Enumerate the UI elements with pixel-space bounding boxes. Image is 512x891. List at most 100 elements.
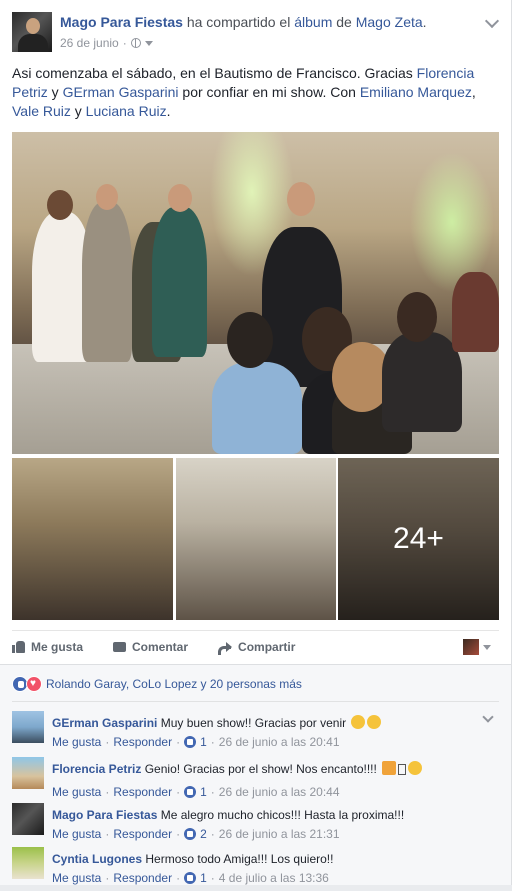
- selector-caret-icon: [483, 644, 491, 650]
- person-shape: [152, 207, 207, 357]
- comment-like-count[interactable]: 1: [200, 735, 207, 749]
- main-photo[interactable]: [12, 132, 499, 454]
- post-card: Mago Para Fiestas ha compartido el álbum…: [0, 0, 512, 885]
- share-button[interactable]: Compartir: [218, 640, 295, 655]
- tag-emiliano[interactable]: Emiliano Marquez: [360, 84, 472, 100]
- comment-like-link[interactable]: Me gusta: [52, 871, 101, 885]
- missing-glyph-icon: [398, 764, 407, 775]
- comment-like-count[interactable]: 2: [200, 827, 207, 841]
- smiling-face-emoji-icon: [408, 761, 423, 775]
- album-link[interactable]: álbum: [294, 14, 332, 30]
- post-header: Mago Para Fiestas ha compartido el álbum…: [12, 12, 500, 54]
- comments-divider: [12, 701, 499, 702]
- comment-like-link[interactable]: Me gusta: [52, 785, 101, 799]
- of-text: de: [336, 14, 352, 30]
- commenter-avatar[interactable]: [12, 757, 44, 789]
- comment-body: Mago Para Fiestas Me alegro mucho chicos…: [52, 807, 404, 823]
- reactions-summary-text[interactable]: Rolando Garay, CoLo Lopez y 20 personas …: [46, 677, 302, 691]
- comment-button[interactable]: Comentar: [113, 640, 188, 654]
- thumbnail-photo-1[interactable]: [12, 458, 173, 620]
- comment-body: Florencia Petriz Genio! Gracias por el s…: [52, 761, 423, 777]
- comment-body: Cyntia Lugones Hermoso todo Amiga!!! Los…: [52, 851, 333, 867]
- clapping-hands-emoji-icon: [367, 715, 382, 729]
- comment-text: Genio! Gracias por el show! Nos encanto!…: [144, 762, 377, 776]
- comment-time[interactable]: 26 de junio a las 21:31: [219, 827, 340, 841]
- profile-mini-avatar: [463, 639, 479, 655]
- commenter-avatar[interactable]: [12, 711, 44, 743]
- comment-reply-link[interactable]: Responder: [113, 785, 172, 799]
- person-shape: [452, 272, 499, 352]
- person-shape: [382, 332, 462, 432]
- avatar-face: [26, 18, 40, 34]
- more-photos-overlay[interactable]: 24+: [338, 458, 499, 620]
- comment-text: Hermoso todo Amiga!!! Los quiero!!: [145, 852, 334, 866]
- reactions-summary[interactable]: Rolando Garay, CoLo Lopez y 20 personas …: [12, 676, 302, 692]
- person-head: [287, 182, 315, 216]
- comment-options-chevron-icon[interactable]: [482, 711, 494, 723]
- comment-reply-link[interactable]: Responder: [113, 871, 172, 885]
- party-popper-emoji-icon: [382, 761, 397, 775]
- person-head: [397, 292, 437, 342]
- commenter-avatar[interactable]: [12, 847, 44, 879]
- comment-item: Mago Para Fiestas Me alegro mucho chicos…: [12, 803, 500, 847]
- like-button[interactable]: Me gusta: [12, 640, 83, 654]
- actions-divider: [12, 630, 499, 631]
- like-count-icon: [184, 736, 197, 748]
- audience-caret-icon[interactable]: [144, 40, 153, 46]
- comment-time[interactable]: 4 de julio a las 13:36: [219, 871, 329, 885]
- comment-author[interactable]: Florencia Petriz: [52, 762, 141, 776]
- tag-german[interactable]: GErman Gasparini: [63, 84, 179, 100]
- post-date-link[interactable]: 26 de junio: [60, 36, 119, 50]
- person-shape: [212, 362, 302, 454]
- comment-meta: Me gusta · Responder · 1 · 4 de julio a …: [52, 871, 329, 885]
- love-reaction-icon: [26, 676, 42, 692]
- post-title-line: Mago Para Fiestas ha compartido el álbum…: [60, 14, 427, 30]
- comment-item: Cyntia Lugones Hermoso todo Amiga!!! Los…: [12, 847, 500, 891]
- comment-reply-link[interactable]: Responder: [113, 827, 172, 841]
- clapping-hands-emoji-icon: [351, 715, 366, 729]
- comment-body: GErman Gasparini Muy buen show!! Gracias…: [52, 715, 382, 731]
- comment-meta: Me gusta · Responder · 1 · 26 de junio a…: [52, 735, 340, 749]
- comment-bubble-icon: [113, 642, 127, 652]
- comment-author[interactable]: Cyntia Lugones: [52, 852, 142, 866]
- thumbs-up-icon: [12, 641, 25, 653]
- comment-item: GErman Gasparini Muy buen show!! Gracias…: [12, 711, 500, 755]
- author-avatar[interactable]: [12, 12, 52, 52]
- comment-author[interactable]: Mago Para Fiestas: [52, 808, 157, 822]
- comment-like-link[interactable]: Me gusta: [52, 735, 101, 749]
- like-count-icon: [184, 872, 197, 884]
- post-as-selector[interactable]: [463, 639, 491, 655]
- tag-vale[interactable]: Vale Ruiz: [12, 103, 71, 119]
- post-options-chevron-icon[interactable]: [484, 13, 500, 29]
- album-owner-link[interactable]: Mago Zeta: [356, 14, 423, 30]
- person-head: [227, 312, 273, 368]
- person-shape: [82, 202, 132, 362]
- comment-time[interactable]: 26 de junio a las 20:41: [219, 735, 340, 749]
- comment-like-count[interactable]: 1: [200, 785, 207, 799]
- thumbnail-photo-3[interactable]: 24+: [338, 458, 499, 620]
- comment-time[interactable]: 26 de junio a las 20:44: [219, 785, 340, 799]
- author-name-link[interactable]: Mago Para Fiestas: [60, 14, 183, 30]
- comment-like-link[interactable]: Me gusta: [52, 827, 101, 841]
- avatar-body: [18, 34, 48, 52]
- comment-text: Muy buen show!! Gracias por venir: [160, 716, 347, 730]
- comment-item: Florencia Petriz Genio! Gracias por el s…: [12, 757, 500, 801]
- like-count-icon: [184, 786, 197, 798]
- shared-text: ha compartido el: [186, 14, 291, 30]
- comment-text: Me alegro mucho chicos!!! Hasta la proxi…: [160, 808, 405, 822]
- comment-author[interactable]: GErman Gasparini: [52, 716, 157, 730]
- person-head: [96, 184, 118, 210]
- comment-reply-link[interactable]: Responder: [113, 735, 172, 749]
- post-text: Asi comenzaba el sábado, en el Bautismo …: [12, 65, 476, 119]
- share-arrow-icon: [218, 642, 233, 655]
- post-meta: 26 de junio ·: [60, 36, 153, 50]
- thumbnail-photo-2[interactable]: [176, 458, 336, 620]
- globe-icon[interactable]: [130, 38, 141, 48]
- comment-like-count[interactable]: 1: [200, 871, 207, 885]
- person-head: [47, 190, 73, 220]
- post-actions-bar: Me gusta Comentar Compartir: [12, 636, 325, 658]
- comments-area: Rolando Garay, CoLo Lopez y 20 personas …: [0, 664, 511, 885]
- tag-luciana[interactable]: Luciana Ruiz: [86, 103, 167, 119]
- comment-meta: Me gusta · Responder · 2 · 26 de junio a…: [52, 827, 340, 841]
- commenter-avatar[interactable]: [12, 803, 44, 835]
